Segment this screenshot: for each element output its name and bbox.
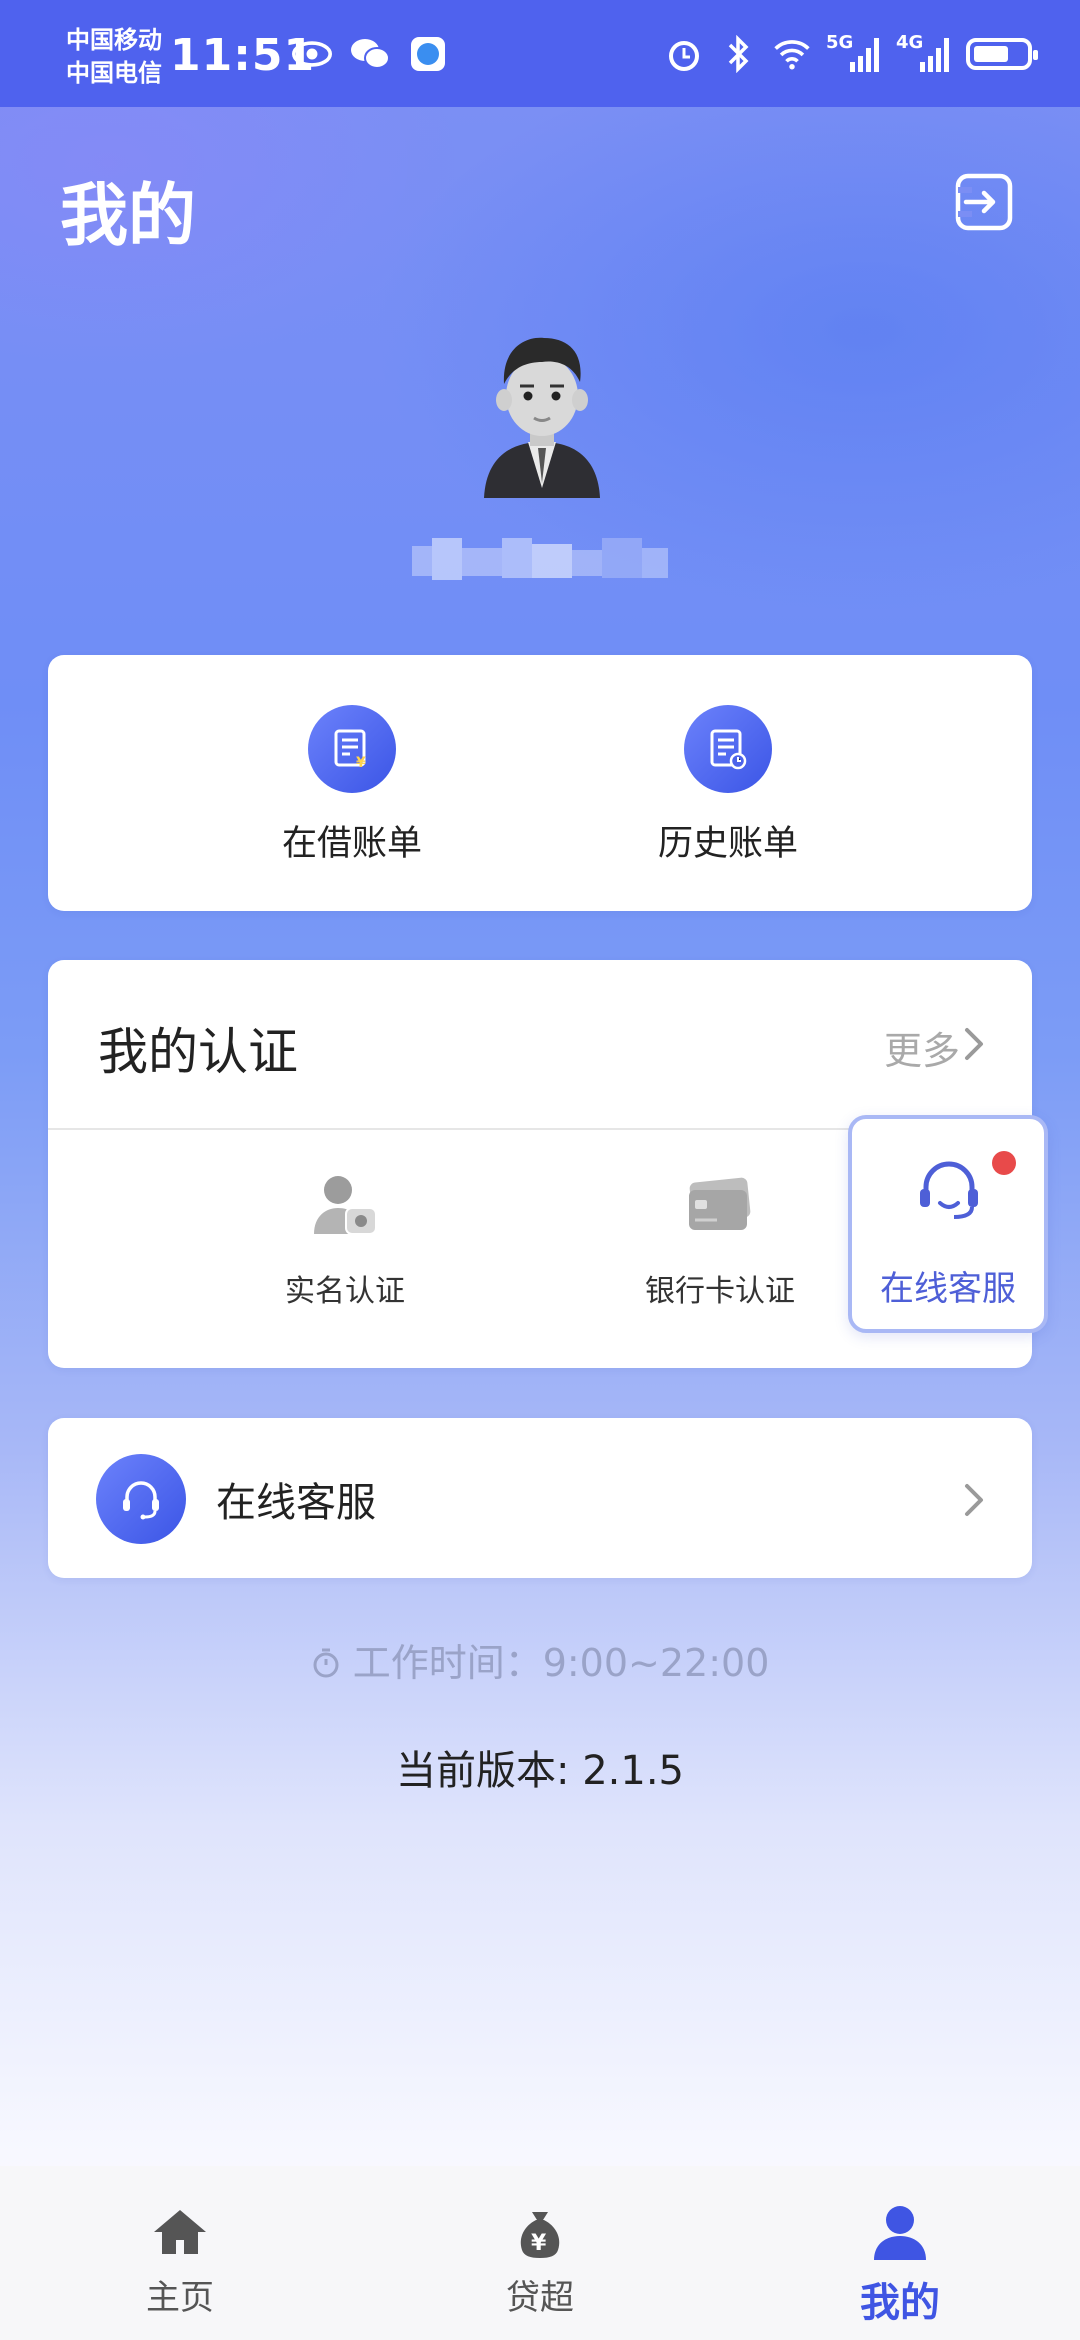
customer-service-label: 在线客服: [216, 1480, 376, 1526]
svg-text:¥: ¥: [356, 755, 366, 771]
wechat-icon: [350, 34, 390, 74]
customer-service-row[interactable]: 在线客服: [48, 1418, 1032, 1578]
home-icon: [150, 2202, 210, 2262]
logout-button[interactable]: [952, 170, 1016, 234]
history-bills-label: 历史账单: [657, 824, 798, 864]
wifi-icon: [772, 34, 812, 74]
work-hours-text: 工作时间：9:00~22:00: [352, 1641, 770, 1685]
network-5g-label: 5G: [826, 32, 854, 53]
logout-icon: [955, 173, 1013, 231]
floating-customer-service-button[interactable]: 在线客服: [848, 1115, 1048, 1333]
status-system-icons: 5G 4G: [664, 32, 1038, 74]
tab-mine[interactable]: 我的: [820, 2202, 980, 2328]
carrier-2: 中国电信: [66, 59, 162, 87]
bank-card-certification[interactable]: 银行卡认证: [610, 1170, 830, 1310]
headset-icon: [96, 1454, 186, 1544]
tab-loan-market[interactable]: ¥ 贷超: [460, 2202, 620, 2319]
tab-loan-market-label: 贷超: [506, 2278, 574, 2318]
user-icon: [870, 2202, 930, 2262]
current-bills-label: 在借账单: [281, 824, 422, 864]
mosaic-image: [412, 538, 668, 580]
carrier-1: 中国移动: [66, 26, 162, 54]
work-hours: 工作时间：9:00~22:00: [0, 1632, 1080, 1687]
eye-icon: [292, 34, 332, 74]
avatar-image: [484, 337, 600, 498]
certification-more-link[interactable]: 更多: [884, 1020, 960, 1075]
headset-icon: [914, 1155, 984, 1225]
avatar[interactable]: [480, 318, 604, 498]
notification-badge: [992, 1151, 1016, 1175]
certification-title: 我的认证: [98, 1023, 298, 1081]
bill-yuan-icon: ¥: [308, 705, 396, 793]
svg-text:¥: ¥: [531, 2231, 547, 2256]
chevron-right-icon: [962, 1480, 986, 1524]
page-title: 我的: [60, 177, 197, 256]
chevron-right-icon[interactable]: [962, 1024, 986, 1068]
battery-icon: [966, 38, 1038, 70]
bottom-tab-bar: 主页 ¥ 贷超 我的: [0, 2166, 1080, 2340]
bank-card-label: 银行卡认证: [645, 1274, 795, 1309]
signal-4g-icon: 4G: [896, 32, 952, 74]
money-bag-icon: ¥: [510, 2202, 570, 2262]
network-4g-label: 4G: [896, 32, 924, 53]
timer-icon: [311, 1641, 353, 1685]
tab-home-label: 主页: [146, 2278, 214, 2318]
carrier-info: 中国移动 中国电信: [66, 24, 162, 90]
bill-history-icon: [684, 705, 772, 793]
bank-card-icon: [685, 1170, 755, 1240]
app-notification-icon: [408, 34, 448, 74]
status-bar: 中国移动 中国电信 11:51 5G 4G: [0, 0, 1080, 107]
username-masked: [412, 538, 668, 588]
alarm-icon: [664, 34, 704, 74]
signal-5g-icon: 5G: [826, 32, 882, 74]
bills-card: ¥ 在借账单 历史账单: [48, 655, 1032, 911]
tab-mine-label: 我的: [860, 2280, 940, 2326]
bluetooth-icon: [718, 34, 758, 74]
history-bills-button[interactable]: 历史账单: [628, 705, 828, 866]
version-text: 当前版本: 2.1.5: [396, 1748, 684, 1794]
current-bills-button[interactable]: ¥ 在借账单: [252, 705, 452, 866]
tab-home[interactable]: 主页: [100, 2202, 260, 2319]
real-name-certification[interactable]: 实名认证: [235, 1170, 455, 1310]
real-name-label: 实名认证: [285, 1274, 405, 1309]
status-notification-icons: [292, 34, 448, 74]
floating-service-label: 在线客服: [880, 1269, 1016, 1309]
person-id-icon: [310, 1170, 380, 1240]
